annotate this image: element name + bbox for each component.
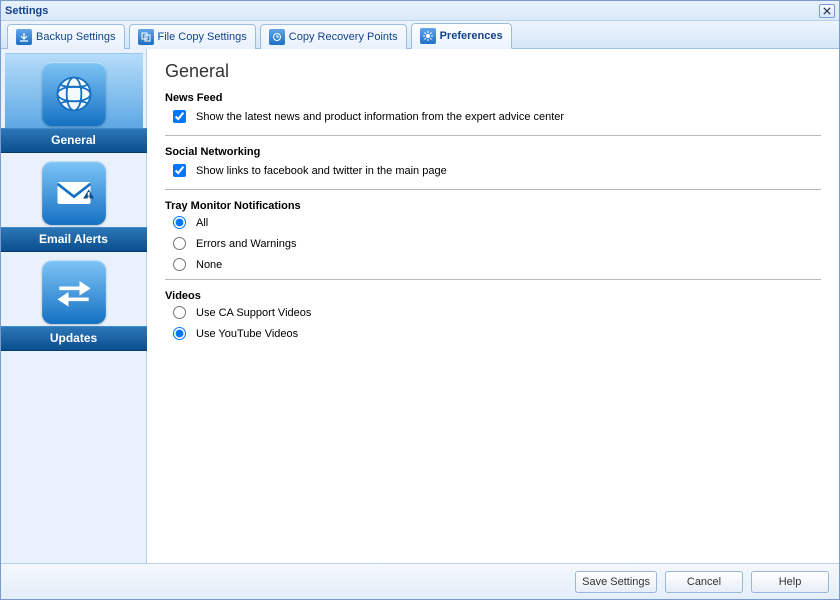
divider [165,135,821,136]
file-copy-icon [138,29,154,45]
tab-label: Backup Settings [36,31,116,43]
tray-option-label: Errors and Warnings [196,238,296,250]
videos-option-label: Use YouTube Videos [196,328,298,340]
tray-radio-none[interactable] [173,258,186,271]
arrows-icon [42,260,106,324]
mail-alert-icon [42,161,106,225]
content-pane: General News Feed Show the latest news a… [147,49,839,563]
title-bar: Settings [1,1,839,21]
videos-option-label: Use CA Support Videos [196,307,311,319]
sidebar-item-label: Email Alerts [1,227,147,252]
sidebar-item-email-alerts[interactable]: Email Alerts [1,153,146,252]
tab-label: Preferences [440,30,503,42]
close-button[interactable] [819,4,835,18]
videos-radio-youtube[interactable] [173,327,186,340]
section-title-tray: Tray Monitor Notifications [165,200,821,212]
page-title: General [165,61,821,82]
footer: Save Settings Cancel Help [1,563,839,599]
tab-preferences[interactable]: Preferences [411,23,512,49]
preferences-icon [420,28,436,44]
sidebar-item-label: Updates [1,326,147,351]
recovery-icon [269,29,285,45]
tab-label: File Copy Settings [158,31,247,43]
globe-icon [42,62,106,126]
sidebar-item-label: General [1,128,147,153]
divider [165,189,821,190]
backup-icon [16,29,32,45]
tray-option-label: None [196,259,222,271]
sidebar-item-general[interactable]: General [1,53,146,153]
divider [165,279,821,280]
newsfeed-checkbox[interactable] [173,110,186,123]
tab-label: Copy Recovery Points [289,31,398,43]
help-button[interactable]: Help [751,571,829,593]
social-label: Show links to facebook and twitter in th… [196,165,447,177]
videos-radio-ca[interactable] [173,306,186,319]
close-icon [823,7,831,15]
sidebar-item-updates[interactable]: Updates [1,252,146,351]
tray-radio-errors[interactable] [173,237,186,250]
section-title-social: Social Networking [165,146,821,158]
tab-strip: Backup Settings File Copy Settings Copy … [1,21,839,49]
window-title: Settings [5,5,48,17]
cancel-button[interactable]: Cancel [665,571,743,593]
tray-option-label: All [196,217,208,229]
newsfeed-label: Show the latest news and product informa… [196,111,564,123]
sidebar: General Email Alerts Updates [1,49,147,563]
section-title-newsfeed: News Feed [165,92,821,104]
tab-backup-settings[interactable]: Backup Settings [7,24,125,49]
section-title-videos: Videos [165,290,821,302]
tray-radio-all[interactable] [173,216,186,229]
social-checkbox[interactable] [173,164,186,177]
tab-copy-recovery-points[interactable]: Copy Recovery Points [260,24,407,49]
save-button[interactable]: Save Settings [575,571,657,593]
tab-file-copy-settings[interactable]: File Copy Settings [129,24,256,49]
